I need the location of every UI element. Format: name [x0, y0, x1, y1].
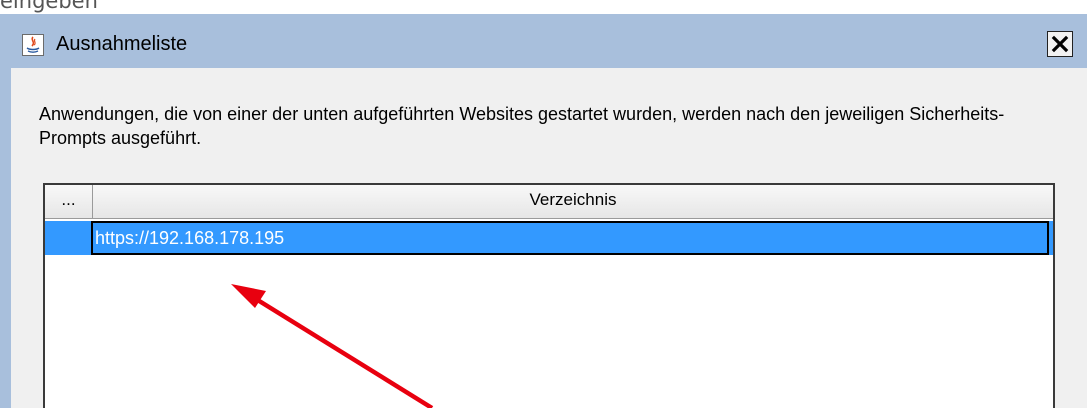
location-cell-editor[interactable]: https://192.168.178.195	[91, 221, 1049, 255]
exception-list-dialog: Ausnahmeliste Anwendungen, die von einer…	[0, 14, 1087, 408]
screenshot-root: eingeben Ausnahmeliste Anwendungen, die …	[0, 0, 1087, 408]
dialog-titlebar[interactable]: Ausnahmeliste	[0, 14, 1087, 68]
site-exception-table: ... Verzeichnis https://192.168.178.195	[43, 183, 1055, 408]
table-row[interactable]: https://192.168.178.195	[45, 221, 1053, 255]
column-header-location[interactable]: Verzeichnis	[93, 185, 1053, 218]
close-icon	[1051, 35, 1069, 53]
column-header-options[interactable]: ...	[45, 185, 93, 218]
description-text: Anwendungen, die von einer der unten auf…	[39, 104, 1005, 148]
table-header: ... Verzeichnis	[45, 185, 1053, 219]
dialog-content: Anwendungen, die von einer der unten auf…	[11, 68, 1087, 408]
dialog-title: Ausnahmeliste	[56, 33, 188, 55]
close-button[interactable]	[1047, 31, 1073, 57]
background-text: eingeben	[0, 0, 98, 13]
java-icon	[22, 34, 44, 56]
